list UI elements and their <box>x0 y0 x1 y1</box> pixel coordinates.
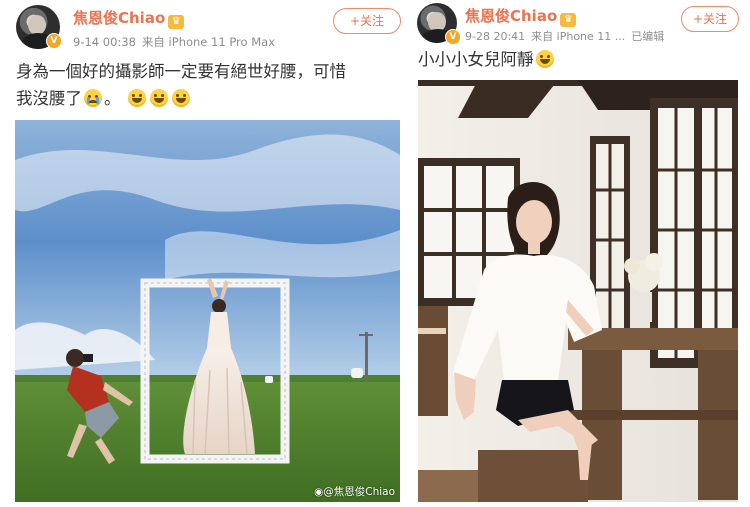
photo-watermark: ◉@焦恩俊Chiao <box>314 484 395 499</box>
post-date[interactable]: 9-14 00:38 <box>73 35 136 49</box>
post-text-line-2-words: 我沒腰了 <box>16 89 82 108</box>
username-text: 焦恩俊Chiao <box>465 7 558 25</box>
post-text: 身為一個好的攝影師一定要有絕世好腰，可惜 我沒腰了 。 <box>16 58 401 112</box>
username-link[interactable]: 焦恩俊Chiao ♛ <box>465 5 577 27</box>
crying-emoji-icon <box>84 89 102 107</box>
vip-badge-icon: V <box>46 33 62 49</box>
grin-emoji-icon <box>127 89 146 107</box>
follow-button[interactable]: +关注 <box>333 8 401 34</box>
grin-emoji-icon <box>149 89 168 107</box>
username-link[interactable]: 焦恩俊Chiao ♛ <box>73 7 185 29</box>
post-meta: 9-28 20:41 来自 iPhone 11 ... 已编辑 <box>465 28 670 44</box>
post-source: 来自 iPhone 11 Pro Max <box>141 35 275 49</box>
crown-icon: ♛ <box>168 15 185 29</box>
post-source: 来自 iPhone 11 ... <box>531 30 626 43</box>
post-text-line-2: 我沒腰了 。 <box>16 85 401 112</box>
weibo-logo-icon: ◉ <box>314 486 324 498</box>
photo-2-scene <box>418 80 738 502</box>
post-photo-1[interactable]: ◉@焦恩俊Chiao <box>15 120 400 502</box>
follow-label: +关注 <box>349 14 385 28</box>
watermark-text: @焦恩俊Chiao <box>323 486 395 498</box>
post-date[interactable]: 9-28 20:41 <box>465 30 525 43</box>
post-text-line-1: 身為一個好的攝影師一定要有絕世好腰，可惜 <box>16 62 346 81</box>
edited-label[interactable]: 已编辑 <box>631 30 664 43</box>
weibo-post-1: V 焦恩俊Chiao ♛ 9-14 00:38 来自 iPhone 11 Pro M… <box>0 0 408 507</box>
crown-icon: ♛ <box>560 13 577 27</box>
photo-1-scene <box>15 120 400 502</box>
weibo-post-2: V 焦恩俊Chiao ♛ 9-28 20:41 来自 iPhone 11 ... 已编… <box>408 0 750 507</box>
follow-label: +关注 <box>692 12 728 26</box>
grin-emoji-icon <box>171 89 190 107</box>
post-text-line: 小小小女兒阿靜 <box>418 50 534 69</box>
post-text: 小小小女兒阿靜 <box>418 46 556 73</box>
grin-emoji-icon <box>535 50 554 68</box>
post-meta: 9-14 00:38 来自 iPhone 11 Pro Max <box>73 34 281 50</box>
post-photo-2[interactable] <box>418 80 738 502</box>
follow-button[interactable]: +关注 <box>681 6 739 32</box>
vip-badge-icon: V <box>445 29 461 45</box>
post-text-punct: 。 <box>104 89 121 108</box>
username-text: 焦恩俊Chiao <box>73 9 166 27</box>
